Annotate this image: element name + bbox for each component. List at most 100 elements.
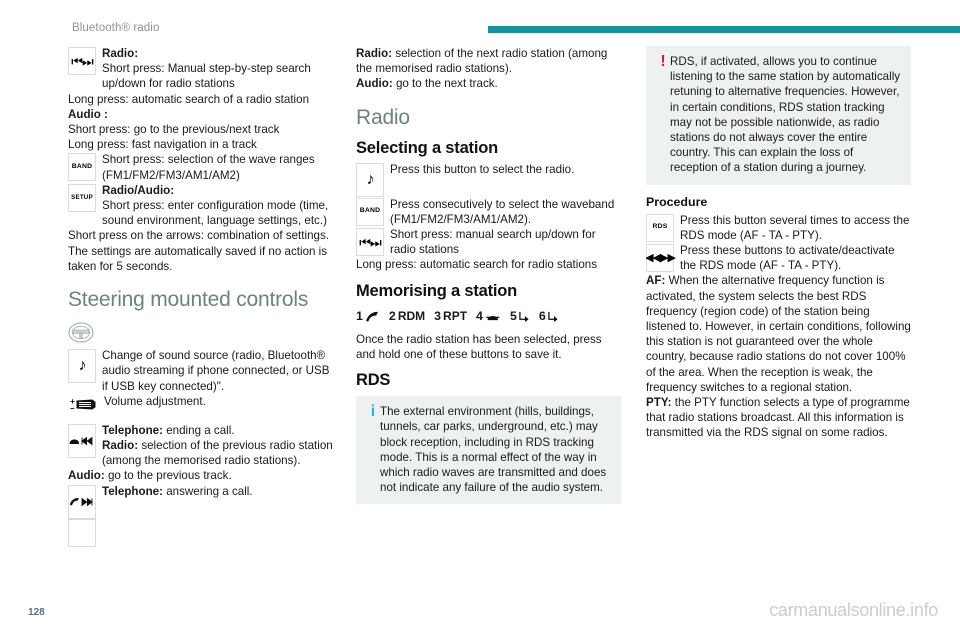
column-1: ⏮⏭ Radio: Short press: Manual step-by-st… xyxy=(68,46,333,547)
radio-audio-label: Radio/Audio: xyxy=(102,183,175,197)
music-note-glyph: ♪ xyxy=(78,357,87,375)
audio-longpress: Long press: fast navigation in a track xyxy=(68,138,257,152)
setup-autosave-line: The settings are automatically saved if … xyxy=(68,244,328,273)
col2-intro-radio: Radio: selection of the next radio stati… xyxy=(356,46,621,76)
block-answer-call: Telephone: answering a call. xyxy=(68,484,333,519)
heading-procedure: Procedure xyxy=(646,194,708,209)
preset-5-number: 5 xyxy=(509,308,517,323)
setup-button-icon: SETUP xyxy=(68,183,96,212)
heading-steering-mounted-controls: Steering mounted controls xyxy=(68,288,309,312)
audio-label-3: Audio: xyxy=(356,77,393,91)
audio-prev-desc: go to the previous track. xyxy=(107,469,232,483)
preset-1[interactable]: 1 xyxy=(356,309,380,324)
preset-4-number: 4 xyxy=(476,308,483,323)
block-setup: SETUP Radio/Audio: Short press: enter co… xyxy=(68,183,333,274)
column-3: ! RDS, if activated, allows you to conti… xyxy=(646,46,911,441)
audio-label-2: Audio: xyxy=(68,469,105,483)
band-button-icon: BAND xyxy=(68,153,96,182)
prev-next-track-glyph-2: ⏮⏭ xyxy=(359,234,381,250)
music-note-icon-2: ♪ xyxy=(356,162,384,197)
preset-3[interactable]: 3 RPT xyxy=(434,309,467,324)
audio-shortpress: Short press: go to the previous/next tra… xyxy=(68,123,280,137)
prev-next-track-icon: ⏮⏭ xyxy=(68,47,96,75)
preset-4[interactable]: 4 xyxy=(476,309,501,324)
warning-icon: ! xyxy=(660,53,666,70)
block-rds-button: RDS Press this button several times to a… xyxy=(646,213,911,243)
music-note-icon: ♪ xyxy=(68,349,96,384)
volume-rocker-glyph xyxy=(76,399,96,410)
prev-next-track-icon-2: ⏮⏭ xyxy=(356,228,384,257)
preset-1-number: 1 xyxy=(356,308,363,323)
volume-rocker-icon: + – xyxy=(68,394,98,415)
radio-next-desc: selection of the next radio station (amo… xyxy=(356,47,608,76)
telephone-label-1: Telephone: xyxy=(102,423,163,437)
preset-5[interactable]: 5 xyxy=(510,309,530,324)
auto-search-text: Long press: automatic search for radio s… xyxy=(356,258,598,272)
heading-memorising-a-station: Memorising a station xyxy=(356,281,518,300)
block-prev-next-track: ⏮⏭ Radio: Short press: Manual step-by-st… xyxy=(68,46,333,152)
header-rule xyxy=(488,26,960,33)
preset-2[interactable]: 2 RDM xyxy=(389,309,425,324)
block-rds-arrows: ◀◀▶▶ Press these buttons to activate/dea… xyxy=(646,243,911,273)
band-button-icon-2: BAND xyxy=(356,197,384,226)
volume-text: Volume adjustment. xyxy=(104,394,206,408)
rds-button-text: Press this button several times to acces… xyxy=(680,213,910,242)
info-callout: i The external environment (hills, build… xyxy=(356,396,621,505)
band-text: Short press: selection of the wave range… xyxy=(102,153,315,182)
af-text: When the alternative frequency function … xyxy=(646,274,911,394)
preset-6[interactable]: 6 xyxy=(539,309,559,324)
volume-minus-label: – xyxy=(70,403,75,413)
radio-label-2: Radio: xyxy=(102,439,139,453)
header-title: Bluetooth® radio xyxy=(72,22,160,34)
answer-call-next-track-glyph xyxy=(69,497,93,507)
setup-desc: Short press: enter configuration mode (t… xyxy=(102,199,329,228)
warning-callout-text: RDS, if activated, allows you to continu… xyxy=(670,55,901,175)
telephone-end-desc: ending a call. xyxy=(166,423,235,437)
prev-next-desc: Short press: Manual step-by-step search … xyxy=(102,62,311,91)
block-select-radio: ♪ Press this button to select the radio. xyxy=(356,162,621,197)
arrow-down-right-icon-2 xyxy=(548,311,558,322)
preset-6-number: 6 xyxy=(538,308,546,323)
end-call-prev-track-glyph xyxy=(69,436,93,446)
block-sound-source: ♪ Change of sound source (radio, Bluetoo… xyxy=(68,348,333,394)
music-note-glyph-2: ♪ xyxy=(366,170,375,188)
audio-next-desc: go to the next track. xyxy=(395,77,498,91)
radio-label-1: Radio: xyxy=(102,47,139,60)
prev-next-track-glyph: ⏮⏭ xyxy=(71,53,93,69)
preset-2-label: RDM xyxy=(397,309,426,324)
block-prev-next-text: Radio: Short press: Manual step-by-step … xyxy=(102,46,333,92)
preset-button-row: 1 2 RDM 3 RPT 4 5 6 xyxy=(356,309,621,324)
band-icon-label: BAND xyxy=(71,163,93,171)
heading-radio: Radio xyxy=(356,105,410,129)
preset-3-number: 3 xyxy=(434,308,442,323)
preset-2-number: 2 xyxy=(388,308,396,323)
telephone-icon xyxy=(485,315,500,320)
radio-label-3: Radio: xyxy=(356,47,393,60)
pty-text: the PTY function selects a type of progr… xyxy=(646,396,910,440)
warning-callout: ! RDS, if activated, allows you to conti… xyxy=(646,46,911,185)
page-number: 128 xyxy=(28,607,45,618)
rds-button-icon: RDS xyxy=(646,213,674,242)
answer-call-icon xyxy=(365,311,378,322)
sound-source-text: Change of sound source (radio, Bluetooth… xyxy=(102,349,330,393)
heading-rds: RDS xyxy=(356,371,391,390)
pty-label: PTY: xyxy=(646,396,672,410)
audio-label-1: Audio : xyxy=(68,107,108,121)
af-label: AF: xyxy=(646,274,666,288)
empty-icon-box xyxy=(68,518,96,547)
block-end-call: Telephone: ending a call. Radio: selecti… xyxy=(68,423,333,484)
setup-arrows-line: Short press on the arrows: combination o… xyxy=(68,229,329,243)
block-band: BAND Short press: selection of the wave … xyxy=(68,152,333,182)
block-band-2: BAND Press consecutively to select the w… xyxy=(356,197,621,227)
rds-arrows-text: Press these buttons to activate/deactiva… xyxy=(680,244,895,273)
pty-paragraph: PTY: the PTY function selects a type of … xyxy=(646,395,911,441)
answer-call-next-track-icon xyxy=(68,484,96,519)
memorising-text: Once the radio station has been selected… xyxy=(356,332,602,362)
page-body: ⏮⏭ Radio: Short press: Manual step-by-st… xyxy=(0,46,960,576)
telephone-answer-desc: answering a call. xyxy=(166,484,253,498)
info-callout-text: The external environment (hills, buildin… xyxy=(380,405,607,495)
rewind-forward-icon: ◀◀▶▶ xyxy=(646,244,676,273)
prev-next-longpress: Long press: automatic search of a radio … xyxy=(68,92,310,106)
preset-3-label: RPT xyxy=(443,309,468,324)
column-2: Radio: selection of the next radio stati… xyxy=(356,46,621,508)
